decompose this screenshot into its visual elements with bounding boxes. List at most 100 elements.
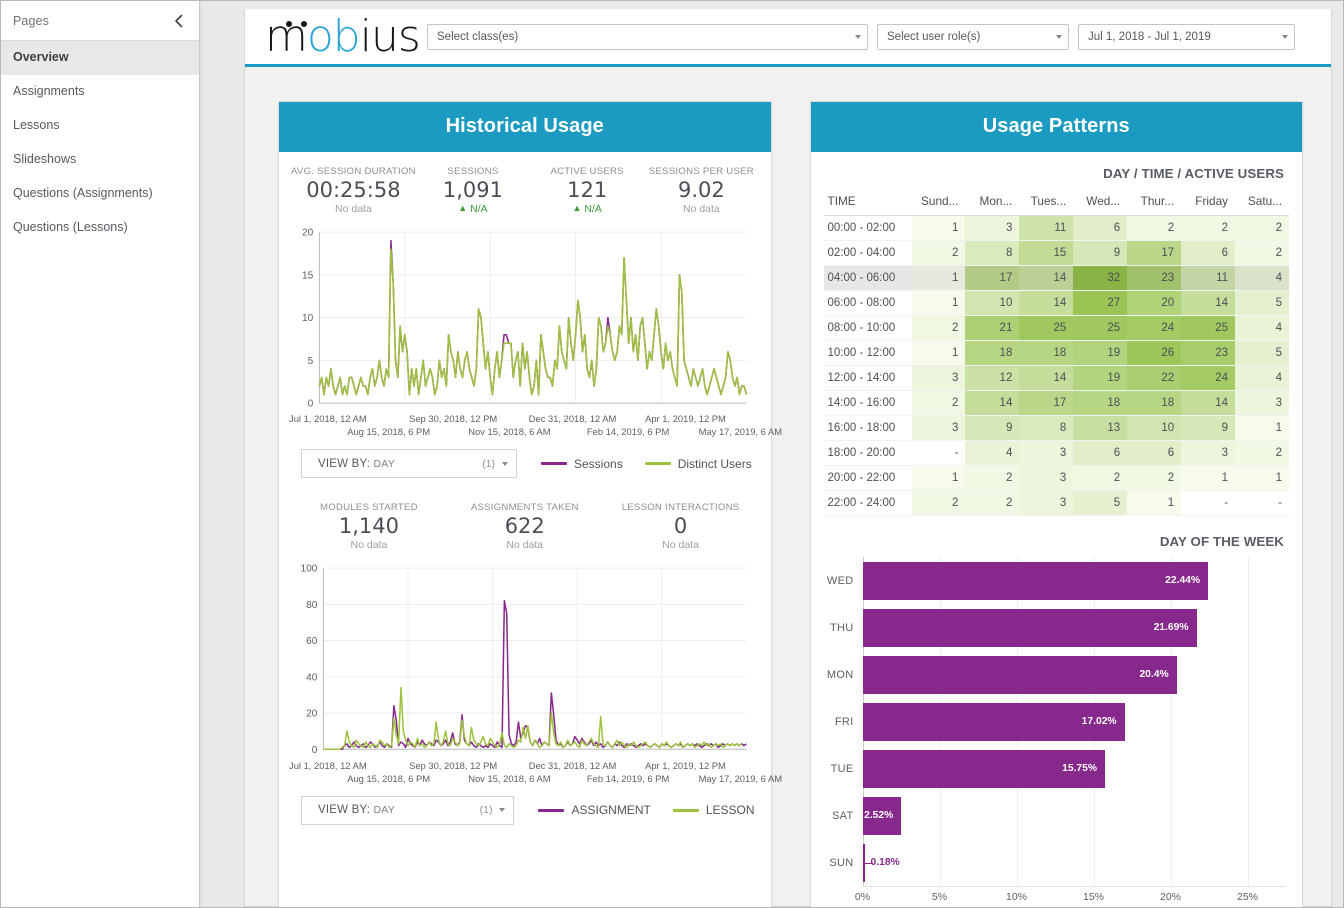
legend-item-distinct-users[interactable]: Distinct Users <box>645 457 752 471</box>
table-header-day: Thur... <box>1127 189 1181 216</box>
sidebar-item-overview[interactable]: Overview <box>1 41 199 75</box>
table-row[interactable]: 04:00 - 06:00117143223114 <box>824 266 1290 291</box>
sidebar-item-questions-lessons[interactable]: Questions (Lessons) <box>1 211 199 245</box>
umlaut-icon <box>286 21 314 28</box>
dashboard-root: Pages Overview Assignments Lessons Slide… <box>0 0 1344 908</box>
table-row[interactable]: 08:00 - 10:00221252524254 <box>824 316 1290 341</box>
viewby-select-assignment[interactable]: VIEW BY: DAY (1) <box>301 796 514 825</box>
legend-swatch <box>541 462 567 465</box>
cell-active-users: 5 <box>1235 341 1289 366</box>
sidebar-item-label: Lessons <box>13 118 60 132</box>
kpi-lesson-interactions: LESSON INTERACTIONS 0 No data <box>603 502 759 552</box>
dow-bar[interactable]: 0.18% <box>863 844 866 882</box>
cell-active-users: 21 <box>965 316 1019 341</box>
kpi-assignments-taken: ASSIGNMENTS TAKEN 622 No data <box>447 502 603 552</box>
dow-bar[interactable]: 22.44% <box>863 562 1209 600</box>
logo-b-glyph: b <box>333 11 360 62</box>
viewby-label: VIEW BY: DAY <box>318 804 395 816</box>
content-card: mobius Select class(es) Select user role… <box>244 9 1332 907</box>
cell-active-users: 3 <box>1019 441 1073 466</box>
sidebar-item-slideshows[interactable]: Slideshows <box>1 143 199 177</box>
kpi-sub: ▲ N/A <box>416 203 530 216</box>
dow-bar[interactable]: 2.52% <box>863 797 902 835</box>
table-row[interactable]: 20:00 - 22:001232211 <box>824 466 1290 491</box>
cell-active-users: 4 <box>965 441 1019 466</box>
kpi-value: 622 <box>447 513 603 539</box>
chevron-down-icon <box>1282 35 1288 39</box>
cell-active-users: 3 <box>1019 491 1073 516</box>
dow-x-tick: 20% <box>1160 891 1181 903</box>
table-header-time: TIME <box>824 189 912 216</box>
user-role-filter-value: Select user role(s) <box>887 31 980 43</box>
x-tick-label: Apr 1, 2019, 12 PM <box>645 413 726 424</box>
historical-kpi-row-2: MODULES STARTED 1,140 No data ASSIGNMENT… <box>279 492 771 552</box>
date-range-filter-select[interactable]: Jul 1, 2018 - Jul 1, 2019 <box>1078 24 1295 50</box>
kpi-value: 9.02 <box>644 177 758 203</box>
cell-active-users: 23 <box>1127 266 1181 291</box>
sidebar-item-label: Overview <box>13 50 69 64</box>
table-row[interactable]: 12:00 - 14:00312141922244 <box>824 366 1290 391</box>
chevron-down-icon <box>499 808 505 812</box>
x-tick-label: Nov 15, 2018, 6 AM <box>468 426 550 437</box>
dow-category-label: MON <box>821 669 863 681</box>
trend-up-icon: ▲ <box>458 204 467 213</box>
cell-active-users: 24 <box>1127 316 1181 341</box>
user-role-filter-select[interactable]: Select user role(s) <box>877 24 1069 50</box>
dow-bar-row: THU21.69% <box>821 604 1287 651</box>
x-tick-label: Jul 1, 2018, 12 AM <box>289 760 367 771</box>
table-row[interactable]: 06:00 - 08:00110142720145 <box>824 291 1290 316</box>
dow-category-label: SAT <box>821 810 863 822</box>
table-row[interactable]: 00:00 - 02:0013116222 <box>824 216 1290 241</box>
cell-active-users: 6 <box>1073 216 1127 241</box>
dow-bar-label: 0.18% <box>871 857 900 868</box>
dow-bars: WED22.44%THU21.69%MON20.4%FRI17.02%TUE15… <box>821 557 1287 886</box>
x-tick-label: Jul 1, 2018, 12 AM <box>289 413 367 424</box>
cell-active-users: 3 <box>1181 441 1235 466</box>
assignment-chart-xaxis: Jul 1, 2018, 12 AMSep 30, 2018, 12 PMDec… <box>289 760 755 788</box>
table-row[interactable]: 14:00 - 16:00214171818143 <box>824 391 1290 416</box>
viewby-count: (1) <box>482 458 495 470</box>
dow-bar[interactable]: 20.4% <box>863 656 1177 694</box>
dow-bar-label: 22.44% <box>1165 575 1200 586</box>
cell-active-users: 11 <box>1181 266 1235 291</box>
cell-active-users: 25 <box>1181 316 1235 341</box>
cell-active-users: 6 <box>1127 441 1181 466</box>
dow-bar-track: 20.4% <box>863 651 1287 698</box>
day-of-the-week-chart: WED22.44%THU21.69%MON20.4%FRI17.02%TUE15… <box>811 557 1303 907</box>
sidebar-item-assignments[interactable]: Assignments <box>1 75 199 109</box>
dow-bar-label: 15.75% <box>1062 763 1097 774</box>
table-row[interactable]: 10:00 - 12:00118181926235 <box>824 341 1290 366</box>
legend-item-assignment[interactable]: ASSIGNMENT <box>538 803 650 817</box>
dow-bar[interactable]: 21.69% <box>863 609 1197 647</box>
cell-active-users: 3 <box>912 366 966 391</box>
cell-active-users: 10 <box>1127 416 1181 441</box>
cell-active-users: 27 <box>1073 291 1127 316</box>
legend-item-lesson[interactable]: LESSON <box>673 803 755 817</box>
dow-bar-row: SAT2.52% <box>821 792 1287 839</box>
class-filter-select[interactable]: Select class(es) <box>427 24 868 50</box>
sidebar-item-lessons[interactable]: Lessons <box>1 109 199 143</box>
table-row[interactable]: 22:00 - 24:0022351-- <box>824 491 1290 516</box>
table-row[interactable]: 18:00 - 20:00-436632 <box>824 441 1290 466</box>
table-row[interactable]: 02:00 - 04:00281591762 <box>824 241 1290 266</box>
sidebar-item-label: Assignments <box>13 84 85 98</box>
viewby-select-sessions[interactable]: VIEW BY: DAY (1) <box>301 449 517 478</box>
dow-bar[interactable]: 15.75% <box>863 750 1106 788</box>
kpi-label: SESSIONS PER USER <box>644 166 758 177</box>
cell-active-users: 3 <box>1019 466 1073 491</box>
cell-active-users: 4 <box>1235 266 1289 291</box>
cell-active-users: 1 <box>912 266 966 291</box>
chevron-down-icon <box>1056 35 1062 39</box>
sidebar-item-questions-assignments[interactable]: Questions (Assignments) <box>1 177 199 211</box>
cell-active-users: 17 <box>1127 241 1181 266</box>
kpi-sessions-per-user: SESSIONS PER USER 9.02 No data <box>644 166 758 216</box>
legend-label: Distinct Users <box>678 457 752 471</box>
dow-bar[interactable]: 17.02% <box>863 703 1125 741</box>
chevron-left-icon[interactable] <box>170 13 186 29</box>
cell-active-users: 14 <box>1019 366 1073 391</box>
legend-item-sessions[interactable]: Sessions <box>541 457 623 471</box>
cell-active-users: 3 <box>965 216 1019 241</box>
table-row[interactable]: 16:00 - 18:00398131091 <box>824 416 1290 441</box>
sessions-chart-xaxis: Jul 1, 2018, 12 AMSep 30, 2018, 12 PMDec… <box>289 413 755 441</box>
main-area: mobius Select class(es) Select user role… <box>200 1 1343 907</box>
